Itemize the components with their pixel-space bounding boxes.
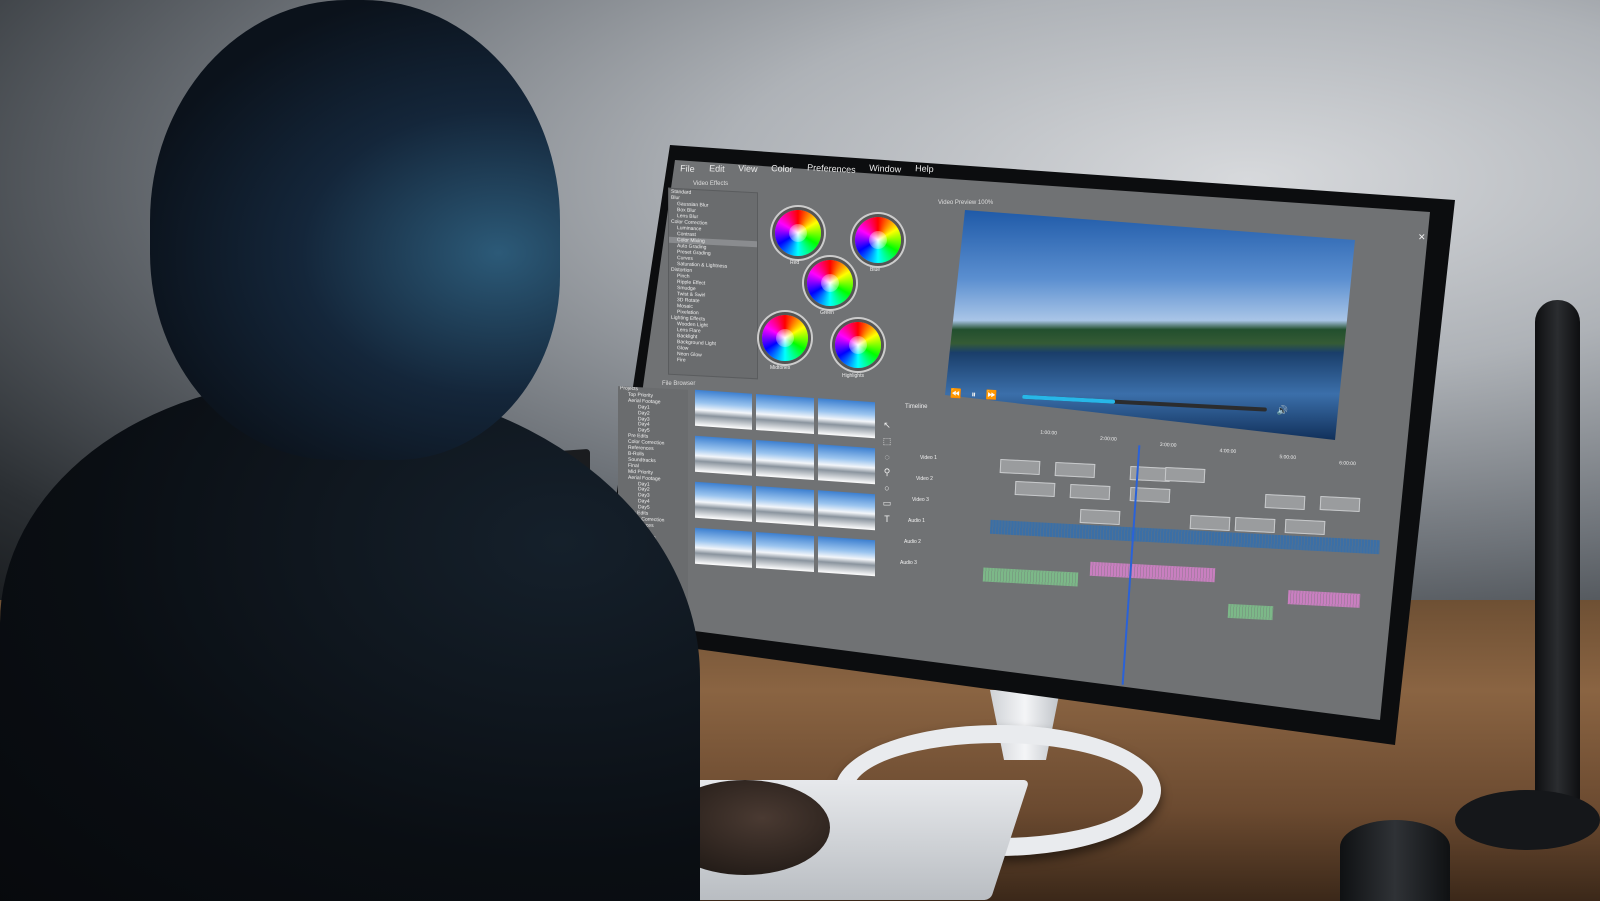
media-thumbnail[interactable] xyxy=(756,393,814,435)
menu-bar: File Edit View Color Preferences Window … xyxy=(680,162,1280,182)
track-label: Audio 3 xyxy=(900,560,917,566)
ruler-tick: 2:00:00 xyxy=(1099,435,1117,443)
pointer-tool-icon[interactable]: ↖ xyxy=(883,420,891,431)
browser-panel-title: File Browser xyxy=(662,381,696,387)
playback-progress-fill xyxy=(1022,394,1116,404)
zoom-tool-icon[interactable]: ⚲ xyxy=(884,467,891,478)
rewind-icon[interactable]: ⏪ xyxy=(950,388,962,400)
video-clip[interactable] xyxy=(1189,514,1231,531)
rectangle-tool-icon[interactable]: ▭ xyxy=(883,498,892,509)
media-thumbnail[interactable] xyxy=(756,531,814,573)
media-thumbnail[interactable] xyxy=(756,439,814,481)
tool-palette: ↖ ⬚ ◌ ⚲ ○ ▭ T xyxy=(878,420,896,530)
track-label: Video 3 xyxy=(912,497,929,503)
photo-scene: File Edit View Color Preferences Window … xyxy=(0,0,1600,901)
audio-waveform[interactable] xyxy=(1227,603,1274,621)
media-thumbnail[interactable] xyxy=(817,444,875,485)
wheel-label-blue: Blue xyxy=(870,267,881,273)
color-wheel-blue[interactable] xyxy=(855,217,901,263)
menu-preferences[interactable]: Preferences xyxy=(806,160,869,183)
media-thumbnail[interactable] xyxy=(817,536,875,577)
effects-list[interactable]: Standard Blur Gaussian Blur Box Blur Lens Bl… xyxy=(668,187,758,380)
volume-icon[interactable]: 🔊 xyxy=(1276,405,1289,417)
person-head xyxy=(150,0,560,460)
video-clip[interactable] xyxy=(1164,467,1206,484)
video-clip[interactable] xyxy=(1014,480,1056,498)
video-clip[interactable] xyxy=(1069,483,1111,500)
media-thumbnail[interactable] xyxy=(695,389,753,430)
color-wheel-red[interactable] xyxy=(775,210,821,256)
video-clip[interactable] xyxy=(1264,493,1306,510)
media-thumbnail[interactable] xyxy=(695,435,753,476)
ruler-tick: 4:00:00 xyxy=(1219,448,1237,455)
select-tool-icon[interactable]: ⬚ xyxy=(883,436,892,447)
video-clip[interactable] xyxy=(1319,496,1361,513)
ruler-tick: 1:00:00 xyxy=(1040,429,1058,437)
menu-color[interactable]: Color xyxy=(771,161,808,183)
color-wheel-green[interactable] xyxy=(807,260,853,306)
color-wheel-midtones[interactable] xyxy=(762,315,808,361)
ruler-tick: 5:00:00 xyxy=(1279,454,1297,462)
wheel-label-green: Green xyxy=(820,310,834,316)
pause-icon[interactable]: ⏸ xyxy=(971,389,976,400)
media-thumbnail[interactable] xyxy=(756,485,814,527)
timeline-panel-title: Timeline xyxy=(905,404,928,410)
lamp xyxy=(1535,300,1580,820)
track-label: Audio 2 xyxy=(904,539,921,545)
close-icon[interactable]: ✕ xyxy=(1418,232,1426,243)
ruler-tick: 6:00:00 xyxy=(1338,460,1356,468)
wheel-label-red: Red xyxy=(790,260,800,266)
media-thumbnails xyxy=(695,389,875,583)
menu-window[interactable]: Window xyxy=(869,161,916,183)
effects-panel-title: Video Effects xyxy=(693,181,729,187)
fast-forward-icon[interactable]: ⏩ xyxy=(986,389,998,401)
lasso-tool-icon[interactable]: ◌ xyxy=(884,452,889,462)
track-label: Video 2 xyxy=(916,476,933,482)
text-tool-icon[interactable]: T xyxy=(884,514,890,524)
menu-view[interactable]: View xyxy=(738,161,772,183)
video-clip[interactable] xyxy=(1054,461,1096,478)
ruler-tick: 3:00:00 xyxy=(1159,441,1177,449)
wheel-label-highlights: Highlights xyxy=(842,373,864,379)
media-thumbnail[interactable] xyxy=(817,490,875,531)
color-wheel-highlights[interactable] xyxy=(835,322,881,368)
lamp-base xyxy=(1455,790,1600,850)
menu-file[interactable]: File xyxy=(679,161,709,182)
cup xyxy=(1340,820,1450,901)
media-thumbnail[interactable] xyxy=(695,481,753,522)
video-clip[interactable] xyxy=(1079,508,1121,526)
preview-panel-title: Video Preview 100% xyxy=(938,200,994,206)
ellipse-tool-icon[interactable]: ○ xyxy=(884,483,889,493)
media-thumbnail[interactable] xyxy=(817,398,875,439)
menu-edit[interactable]: Edit xyxy=(708,161,739,183)
track-label: Audio 1 xyxy=(908,518,925,524)
wheel-label-midtones: Midtones xyxy=(770,365,791,371)
playback-progress[interactable] xyxy=(1022,394,1267,412)
video-clip[interactable] xyxy=(999,458,1041,476)
video-clip[interactable] xyxy=(1284,519,1326,536)
media-thumbnail[interactable] xyxy=(695,527,753,568)
track-label: Video 1 xyxy=(920,455,937,461)
menu-help[interactable]: Help xyxy=(915,161,949,183)
video-clip[interactable] xyxy=(1234,516,1276,533)
